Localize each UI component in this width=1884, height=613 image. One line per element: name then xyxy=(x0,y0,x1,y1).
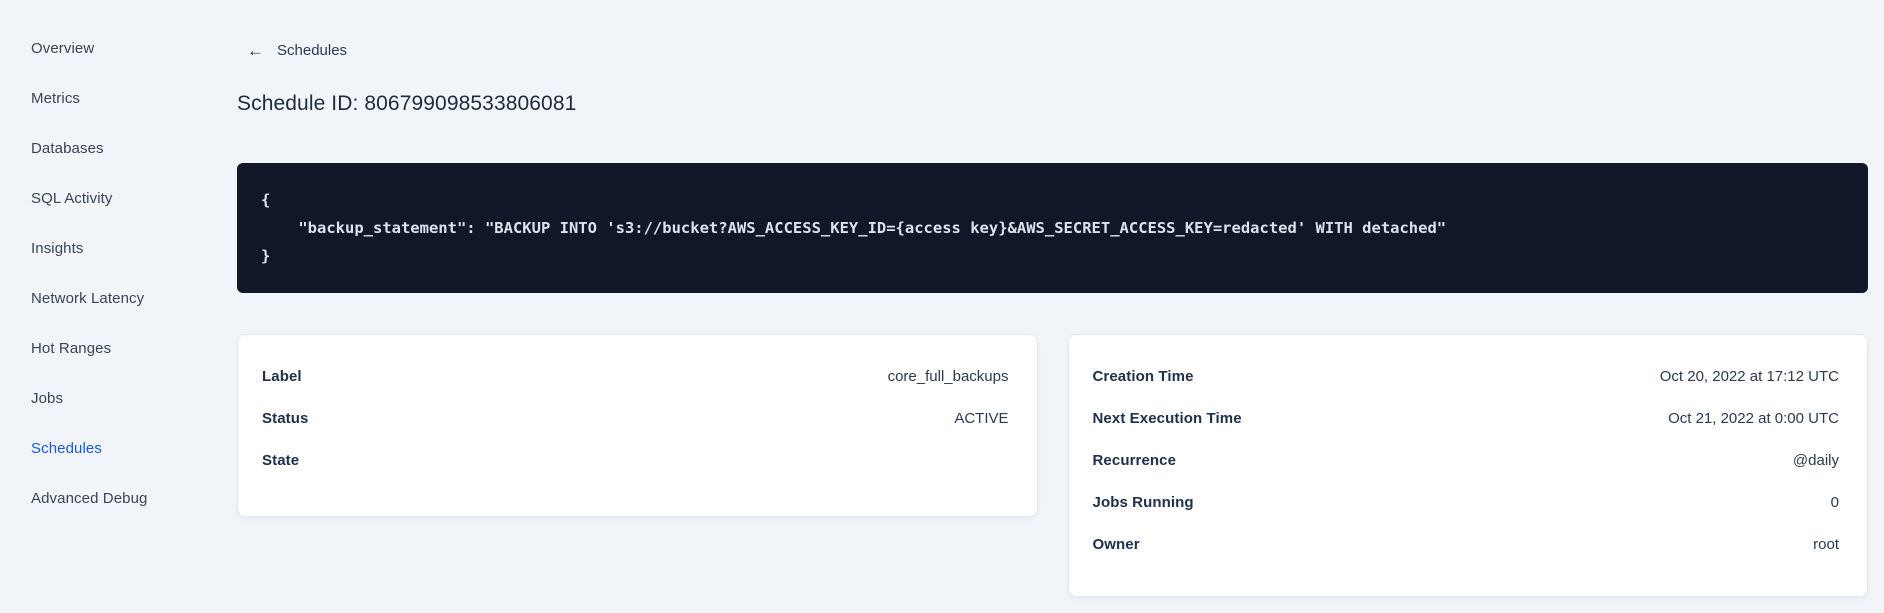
back-to-schedules-link[interactable]: ← Schedules xyxy=(247,42,347,59)
code-line: } xyxy=(261,247,271,265)
detail-label: Status xyxy=(262,409,309,427)
sidebar-item-hot-ranges[interactable]: Hot Ranges xyxy=(0,323,200,373)
detail-value: @daily xyxy=(1792,451,1839,469)
execution-info-card: Creation Time Oct 20, 2022 at 17:12 UTC … xyxy=(1067,334,1868,597)
sidebar-item-metrics[interactable]: Metrics xyxy=(0,73,200,123)
detail-row-status: Status ACTIVE xyxy=(262,397,1009,439)
sidebar-item-sql-activity[interactable]: SQL Activity xyxy=(0,173,200,223)
detail-label: State xyxy=(262,451,300,469)
sidebar-item-databases[interactable]: Databases xyxy=(0,123,200,173)
detail-label: Creation Time xyxy=(1092,367,1194,385)
detail-cards: Label core_full_backups Status ACTIVE St… xyxy=(237,334,1868,597)
sidebar-item-advanced-debug[interactable]: Advanced Debug xyxy=(0,473,200,523)
detail-value: 0 xyxy=(1830,493,1839,511)
sidebar-item-jobs[interactable]: Jobs xyxy=(0,373,200,423)
sidebar-item-overview[interactable]: Overview xyxy=(0,23,200,73)
code-line: { xyxy=(261,191,271,209)
detail-value: ACTIVE xyxy=(954,409,1009,427)
detail-label: Jobs Running xyxy=(1092,493,1194,511)
code-line: "backup_statement": "BACKUP INTO 's3://b… xyxy=(261,219,1447,237)
sidebar: Overview Metrics Databases SQL Activity … xyxy=(0,0,200,613)
detail-row-next-execution-time: Next Execution Time Oct 21, 2022 at 0:00… xyxy=(1093,397,1840,439)
detail-label: Label xyxy=(262,367,302,385)
detail-value: Oct 21, 2022 at 0:00 UTC xyxy=(1668,409,1839,427)
detail-value: Oct 20, 2022 at 17:12 UTC xyxy=(1659,367,1839,385)
detail-row-recurrence: Recurrence @daily xyxy=(1093,439,1840,481)
detail-row-label: Label core_full_backups xyxy=(262,355,1009,397)
detail-label: Next Execution Time xyxy=(1092,409,1242,427)
detail-row-owner: Owner root xyxy=(1093,523,1840,565)
page-title: Schedule ID: 806799098533806081 xyxy=(237,92,577,115)
detail-row-state: State xyxy=(262,439,1009,481)
schedule-info-card: Label core_full_backups Status ACTIVE St… xyxy=(237,334,1038,517)
sidebar-item-insights[interactable]: Insights xyxy=(0,223,200,273)
sidebar-item-schedules[interactable]: Schedules xyxy=(0,423,200,473)
schedule-definition-code-block: { "backup_statement": "BACKUP INTO 's3:/… xyxy=(237,163,1868,293)
detail-row-creation-time: Creation Time Oct 20, 2022 at 17:12 UTC xyxy=(1093,355,1840,397)
back-link-label: Schedules xyxy=(277,42,348,59)
detail-value: core_full_backups xyxy=(887,367,1009,385)
detail-label: Recurrence xyxy=(1092,451,1177,469)
arrow-left-icon: ← xyxy=(247,41,264,60)
detail-label: Owner xyxy=(1092,535,1140,553)
detail-row-jobs-running: Jobs Running 0 xyxy=(1093,481,1840,523)
sidebar-item-network-latency[interactable]: Network Latency xyxy=(0,273,200,323)
detail-value: root xyxy=(1813,535,1839,553)
